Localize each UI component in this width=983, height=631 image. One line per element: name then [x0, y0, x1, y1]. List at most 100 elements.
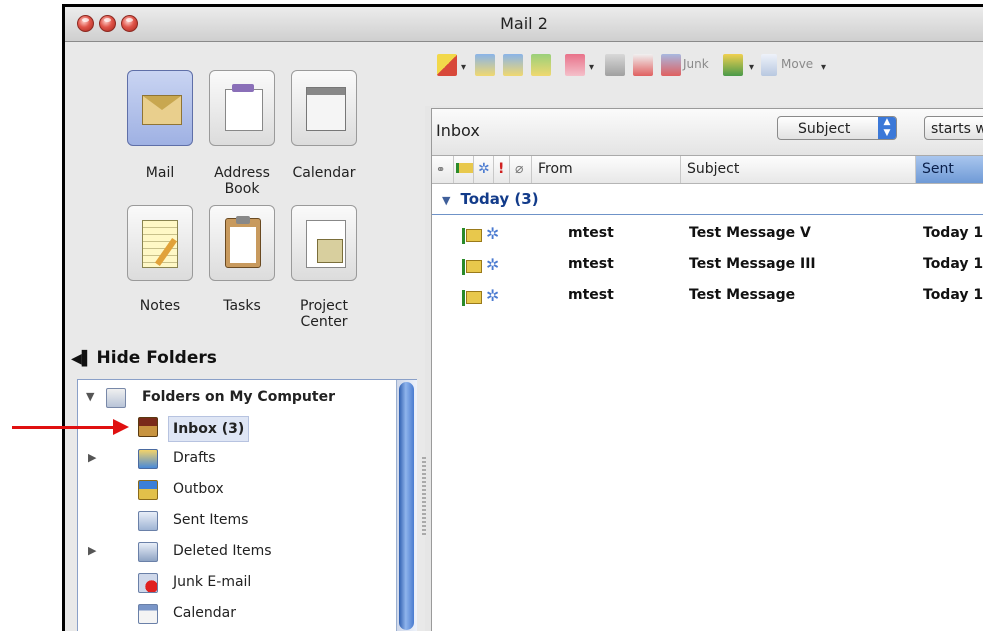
folder-item-outbox[interactable]: Outbox [78, 474, 396, 504]
message-from: mtest [568, 287, 614, 303]
message-list-panel: Inbox Subject ▲ ▼ starts w ⚭ ✲ ! ⌀ From S… [431, 108, 983, 631]
folder-list-scroll-thumb[interactable] [399, 382, 414, 630]
toolbar: ▾ ▾ Junk ▾ Move ▾ [425, 42, 983, 106]
address-book-icon [225, 84, 263, 131]
folder-item-calendar[interactable]: Calendar [78, 598, 396, 628]
folder-list-scrollbar[interactable] [396, 380, 417, 631]
title-bar: Mail 2 [65, 7, 983, 42]
mail-app-button[interactable] [127, 70, 193, 146]
project-center-app-button[interactable] [291, 205, 357, 281]
folder-item-deleted-items[interactable]: ▶ Deleted Items [78, 536, 396, 566]
disclosure-triangle-right-icon[interactable]: ▶ [88, 536, 96, 566]
disclosure-triangle-down-icon[interactable]: ▼ [86, 382, 94, 412]
folder-title: Inbox [436, 121, 480, 140]
folder-item-label: Deleted Items [173, 543, 272, 559]
folder-item-junk-email[interactable]: Junk E-mail [78, 567, 396, 597]
message-row[interactable]: ✲ mtest Test Message Today 1 [432, 281, 983, 312]
delete-icon[interactable] [633, 54, 653, 76]
mail-app-label: Mail [145, 165, 175, 181]
search-operator-select[interactable]: starts w [924, 116, 983, 140]
select-arrows-icon: ▲ ▼ [878, 117, 896, 139]
status-bar-icon [462, 228, 465, 244]
move-button-label[interactable]: Move [781, 57, 813, 71]
annotation-arrow-shaft [12, 426, 116, 429]
message-subject: Test Message III [689, 256, 816, 272]
move-icon[interactable] [761, 54, 777, 76]
attachment-column-icon: ⌀ [515, 161, 524, 177]
search-field-value: Subject [798, 121, 851, 137]
hide-folders-label: Hide Folders [96, 348, 217, 368]
folder-root-row[interactable]: ▼ Folders on My Computer [78, 382, 396, 412]
group-label-text: Today (3) [460, 190, 539, 208]
computer-folders-icon [106, 388, 126, 408]
folder-item-label: Outbox [173, 481, 224, 497]
column-attachment[interactable]: ⌀ [510, 156, 532, 183]
category-column-icon: ✲ [478, 161, 490, 177]
read-column-icon [456, 163, 473, 173]
category-icon: ✲ [486, 255, 500, 274]
pane-splitter[interactable] [422, 457, 426, 537]
hide-folders-toggle[interactable]: ◀▌ Hide Folders [71, 348, 217, 368]
column-status[interactable]: ⚭ [432, 156, 454, 183]
folder-item-label: Junk E-mail [173, 574, 252, 590]
junk-button-label[interactable]: Junk [683, 57, 709, 71]
column-sent[interactable]: Sent [916, 156, 983, 183]
sent-items-icon [138, 511, 158, 531]
tasks-app-button[interactable] [209, 205, 275, 281]
reply-all-icon[interactable] [503, 54, 523, 76]
send-receive-dropdown-icon[interactable]: ▾ [749, 62, 754, 73]
folder-item-label: Sent Items [173, 512, 249, 528]
tasks-app-label: Tasks [223, 298, 261, 314]
new-message-icon[interactable] [437, 54, 457, 76]
navigation-pane: Mail Address Book Calendar Notes Tasks P… [65, 42, 425, 631]
status-bar-icon [462, 259, 465, 275]
message-from: mtest [568, 225, 614, 241]
message-sent: Today 1 [923, 225, 983, 241]
junk-icon[interactable] [661, 54, 681, 76]
window-title: Mail 2 [500, 14, 548, 33]
calendar-icon [306, 87, 346, 131]
column-from[interactable]: From [532, 156, 681, 183]
print-icon[interactable] [605, 54, 625, 76]
priority-column-icon: ! [498, 161, 505, 177]
message-row[interactable]: ✲ mtest Test Message V Today 1 [432, 219, 983, 250]
group-header-today[interactable]: ▼ Today (3) [432, 184, 983, 215]
folder-item-label: Drafts [173, 450, 216, 466]
folder-item-sent-items[interactable]: Sent Items [78, 505, 396, 535]
notes-app-label: Notes [139, 298, 181, 314]
forward-icon[interactable] [531, 54, 551, 76]
column-headers: ⚭ ✲ ! ⌀ From Subject Sent [432, 156, 983, 184]
folder-root-label: Folders on My Computer [142, 389, 335, 405]
address-book-app-button[interactable] [209, 70, 275, 146]
move-dropdown-icon[interactable]: ▾ [821, 62, 826, 73]
column-priority[interactable]: ! [494, 156, 510, 183]
calendar-app-button[interactable] [291, 70, 357, 146]
flag-icon[interactable] [565, 54, 585, 76]
folder-item-label: Inbox (3) [168, 416, 250, 442]
drafts-icon [138, 449, 158, 469]
address-book-app-label: Address Book [214, 165, 270, 197]
tasks-icon [225, 216, 261, 268]
message-sent: Today 1 [923, 256, 983, 272]
reply-icon[interactable] [475, 54, 495, 76]
new-dropdown-icon[interactable]: ▾ [461, 62, 466, 73]
annotation-arrow-head [113, 419, 129, 435]
column-read[interactable] [454, 156, 474, 183]
column-subject[interactable]: Subject [681, 156, 916, 183]
flag-dropdown-icon[interactable]: ▾ [589, 62, 594, 73]
mail-icon [142, 95, 182, 125]
folder-item-drafts[interactable]: ▶ Drafts [78, 443, 396, 473]
status-bar-icon [462, 290, 465, 306]
notes-app-button[interactable] [127, 205, 193, 281]
search-field-select[interactable]: Subject ▲ ▼ [777, 116, 897, 140]
calendar-folder-icon [138, 604, 158, 624]
column-category[interactable]: ✲ [474, 156, 494, 183]
inbox-icon [138, 417, 158, 437]
disclosure-triangle-down-icon[interactable]: ▼ [442, 194, 450, 207]
send-receive-icon[interactable] [723, 54, 743, 76]
message-row[interactable]: ✲ mtest Test Message III Today 1 [432, 250, 983, 281]
disclosure-triangle-right-icon[interactable]: ▶ [88, 443, 96, 473]
folder-list: ▼ Folders on My Computer Inbox (3) ▶ Dra… [77, 379, 417, 631]
deleted-items-icon [138, 542, 158, 562]
project-center-app-label: Project Center [300, 298, 348, 330]
